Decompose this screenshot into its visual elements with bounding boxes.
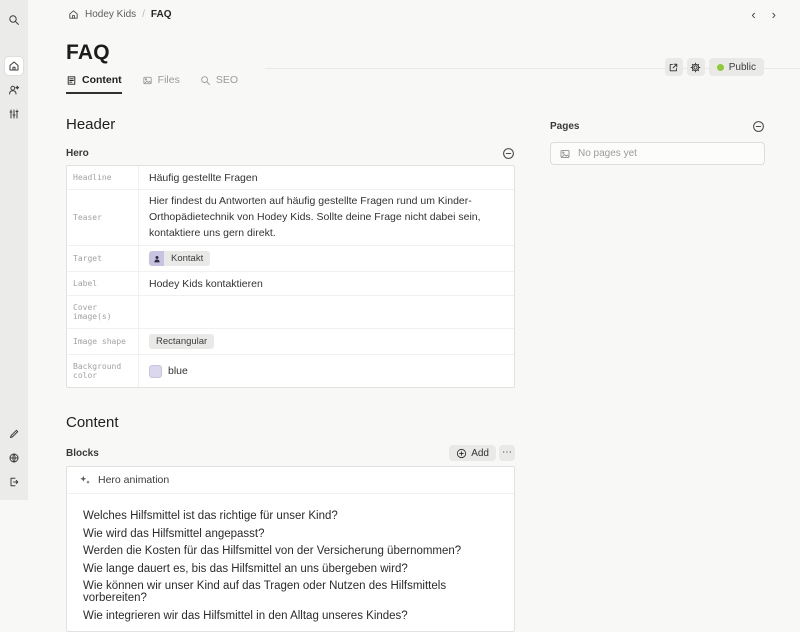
sparkles-icon <box>80 476 90 485</box>
block-item-hero-animation[interactable]: Hero animation <box>67 467 514 495</box>
background-color-value[interactable]: blue <box>168 365 188 377</box>
field-label: Headline <box>67 166 139 189</box>
field-row-headline: Headline Häufig gestellte Fragen <box>67 166 514 190</box>
field-row-teaser: Teaser Hier findest du Antworten auf häu… <box>67 190 514 247</box>
section-title-content: Content <box>66 414 119 432</box>
logout-icon[interactable] <box>5 473 23 491</box>
tab-content[interactable]: Content <box>66 74 122 94</box>
pencil-icon[interactable] <box>5 425 23 443</box>
label-input[interactable]: Hodey Kids kontaktieren <box>139 272 514 295</box>
field-label: Cover image(s) <box>67 296 139 329</box>
page-header: FAQ Public <box>28 41 800 76</box>
forward-arrow-icon[interactable]: › <box>772 8 776 21</box>
pages-panel: Pages No pages yet <box>550 116 765 165</box>
back-arrow-icon[interactable]: ‹ <box>751 8 755 21</box>
breadcrumb-home-icon[interactable] <box>68 9 79 20</box>
headline-input[interactable]: Häufig gestellte Fragen <box>139 166 514 189</box>
page-title: FAQ <box>66 41 110 64</box>
person-icon <box>153 255 160 263</box>
content-tab-icon <box>67 75 76 85</box>
cover-images-input[interactable] <box>139 296 514 328</box>
field-label: Teaser <box>67 190 139 246</box>
field-row-label: Label Hodey Kids kontaktieren <box>67 272 514 297</box>
tab-files-label: Files <box>157 74 180 86</box>
tab-seo-label: SEO <box>215 74 239 86</box>
minus-circle-icon <box>503 148 514 159</box>
faq-question[interactable]: Wie lange dauert es, bis das Hilfsmittel… <box>83 560 498 578</box>
target-chip[interactable]: Kontakt <box>149 251 211 267</box>
field-row-background-color: Background color blue <box>67 355 514 388</box>
tab-files[interactable]: Files <box>142 74 180 94</box>
field-row-target: Target Kontakt <box>67 246 514 273</box>
globe-icon[interactable] <box>5 449 23 467</box>
pages-empty-text: No pages yet <box>578 148 637 159</box>
topbar: Hodey Kids / FAQ ‹ › <box>28 0 800 28</box>
field-row-image-shape: Image shape Rectangular <box>67 329 514 356</box>
hero-collapse-button[interactable] <box>502 147 515 160</box>
breadcrumb-separator: / <box>142 8 145 20</box>
users-icon[interactable] <box>5 81 23 99</box>
page-actions: Public <box>664 58 764 76</box>
main-area: Hodey Kids / FAQ ‹ › FAQ Public Content … <box>28 0 800 632</box>
field-label: Image shape <box>67 329 139 355</box>
field-label: Target <box>67 246 139 272</box>
sidebar <box>0 0 28 500</box>
image-icon <box>560 149 570 158</box>
plus-circle-icon <box>457 448 467 458</box>
blocks-card-label: Blocks <box>66 447 99 459</box>
blocks-more-button[interactable]: ⋯ <box>499 445 515 462</box>
field-label: Background color <box>67 355 139 388</box>
add-block-label: Add <box>471 447 489 459</box>
faq-question[interactable]: Wie integrieren wir das Hilfsmittel in d… <box>83 607 498 625</box>
target-chip-label: Kontakt <box>164 251 211 267</box>
seo-tab-icon <box>201 75 210 85</box>
blocks-card: Hero animation Welches Hilfsmittel ist d… <box>66 466 515 632</box>
teaser-input[interactable]: Hier findest du Antworten auf häufig ges… <box>139 190 514 245</box>
pages-panel-title: Pages <box>550 121 580 132</box>
status-dot-icon <box>716 63 724 71</box>
field-row-cover-images: Cover image(s) <box>67 296 514 330</box>
hero-card: Headline Häufig gestellte Fragen Teaser … <box>66 165 515 389</box>
pages-empty-state: No pages yet <box>550 142 765 165</box>
minus-circle-icon <box>753 121 764 132</box>
faq-question[interactable]: Werden die Kosten für das Hilfsmittel vo… <box>83 542 498 560</box>
history-nav: ‹ › <box>751 8 776 21</box>
hero-card-label: Hero <box>66 148 89 159</box>
pages-collapse-button[interactable] <box>752 120 765 133</box>
tab-seo[interactable]: SEO <box>200 74 238 94</box>
tab-bar: Content Files SEO <box>28 74 800 94</box>
section-title-header: Header <box>66 116 116 133</box>
color-swatch[interactable] <box>149 364 162 378</box>
status-badge[interactable]: Public <box>708 58 764 76</box>
open-external-button[interactable] <box>664 58 683 76</box>
faq-question[interactable]: Wie können wir unser Kind auf das Tragen… <box>83 578 498 608</box>
breadcrumb-page[interactable]: FAQ <box>151 9 172 20</box>
faq-question[interactable]: Welches Hilfsmittel ist das richtige für… <box>83 507 498 525</box>
settings-gear-button[interactable] <box>686 58 705 76</box>
breadcrumb: Hodey Kids / FAQ <box>68 9 171 20</box>
home-icon[interactable] <box>5 57 23 75</box>
block-item-label: Hero animation <box>98 474 170 487</box>
target-avatar <box>149 251 164 267</box>
faq-question-list: Welches Hilfsmittel ist das richtige für… <box>67 494 514 631</box>
breadcrumb-project[interactable]: Hodey Kids <box>85 9 136 20</box>
add-block-button[interactable]: Add <box>449 445 496 462</box>
tab-content-label: Content <box>82 74 122 86</box>
field-label: Label <box>67 272 139 296</box>
files-tab-icon <box>143 76 152 84</box>
search-icon[interactable] <box>5 11 23 29</box>
image-shape-chip[interactable]: Rectangular <box>149 334 215 350</box>
sliders-icon[interactable] <box>5 105 23 123</box>
faq-question[interactable]: Wie wird das Hilfsmittel angepasst? <box>83 525 498 543</box>
status-label: Public <box>728 61 756 73</box>
